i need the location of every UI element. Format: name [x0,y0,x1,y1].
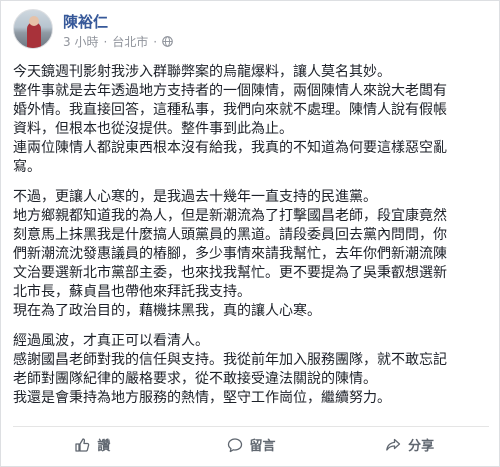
thumbs-up-icon [75,437,90,452]
text-line: 老師對團隊紀律的嚴格要求，從不敢接受違法關說的陳情。 [13,371,377,387]
author-name[interactable]: 陳裕仁 [63,11,108,32]
post-meta: 3 小時 · 台北市 · [63,33,173,50]
comment-icon [227,437,242,452]
meta-separator: · [153,34,158,49]
post-paragraph: 經過風波，才真正可以看清人。 感謝國昌老師對我的信任與支持。我從前年加入服務團隊… [13,332,489,408]
post-timestamp[interactable]: 3 小時 [63,33,98,50]
share-button[interactable]: 分享 [330,430,489,460]
text-line: 整件事就是去年透過地方支持者的一個陳情，兩個陳情人來說大老闆有 [13,83,447,99]
author-avatar[interactable] [13,9,53,49]
text-line: 連兩位陳情人都說東西根本沒有給我，我真的不知道為何要這樣惡空亂 [13,140,447,156]
text-line: 不過，更讓人心寒的，是我過去十幾年一直支持的民進黨。 [13,189,377,205]
comment-label: 留言 [249,439,276,454]
facebook-post-card: 陳裕仁 3 小時 · 台北市 · 今天鏡週刊影射我涉入群聯弊案的烏龍爆料，讓人莫… [0,0,500,467]
text-line: 文治要選新北市黨部主委，也來找我幫忙。更不要提為了吳秉叡想選新 [13,265,447,281]
post-location[interactable]: 台北市 [112,33,148,50]
text-line: 感謝國昌老師對我的信任與支持。我從前年加入服務團隊，就不敢忘記 [13,352,447,368]
post-header: 陳裕仁 3 小時 · 台北市 · [13,9,483,53]
text-line: 們新潮流沈發惠議員的樁腳，多少事情來請我幫忙，去年你們新潮流陳 [13,246,447,262]
text-line: 現在為了政治目的，藉機抹黑我，真的讓人心寒。 [13,303,321,319]
text-line: 北市長，蘇貞昌也帶他來拜託我支持。 [13,284,251,300]
post-text: 今天鏡週刊影射我涉入群聯弊案的烏龍爆料，讓人莫名其妙。 整件事就是去年透過地方支… [13,63,489,419]
text-line: 地方鄉親都知道我的為人，但是新潮流為了打擊國昌老師，段宜康竟然 [13,208,447,224]
avatar-head [29,16,39,26]
text-line: 寫。 [13,159,41,175]
globe-icon[interactable] [162,36,173,47]
share-icon [386,438,401,451]
like-label: 讚 [97,439,111,454]
meta-separator: · [103,34,108,49]
comment-button[interactable]: 留言 [172,430,331,460]
text-line: 經過風波，才真正可以看清人。 [13,333,209,349]
post-paragraph: 不過，更讓人心寒的，是我過去十幾年一直支持的民進黨。 地方鄉親都知道我的為人，但… [13,188,489,321]
post-paragraph: 今天鏡週刊影射我涉入群聯弊案的烏龍爆料，讓人莫名其妙。 整件事就是去年透過地方支… [13,63,489,177]
text-line: 我還是會秉持為地方服務的熱情，堅守工作崗位，繼續努力。 [13,390,391,406]
text-line: 資料，但根本也從沒提供。整件事到此為止。 [13,121,293,137]
post-actions-bar: 讚 留言 分享 [13,426,489,462]
text-line: 婚外情。我直接回答，這種私事，我們向來就不處理。陳情人說有假帳 [13,102,447,118]
text-line: 刻意馬上抹黑我是什麼搞人頭黨員的黑道。請段委員回去黨內問問，你 [13,227,447,243]
text-line: 今天鏡週刊影射我涉入群聯弊案的烏龍爆料，讓人莫名其妙。 [13,64,391,80]
share-label: 分享 [408,439,435,454]
like-button[interactable]: 讚 [13,430,172,460]
